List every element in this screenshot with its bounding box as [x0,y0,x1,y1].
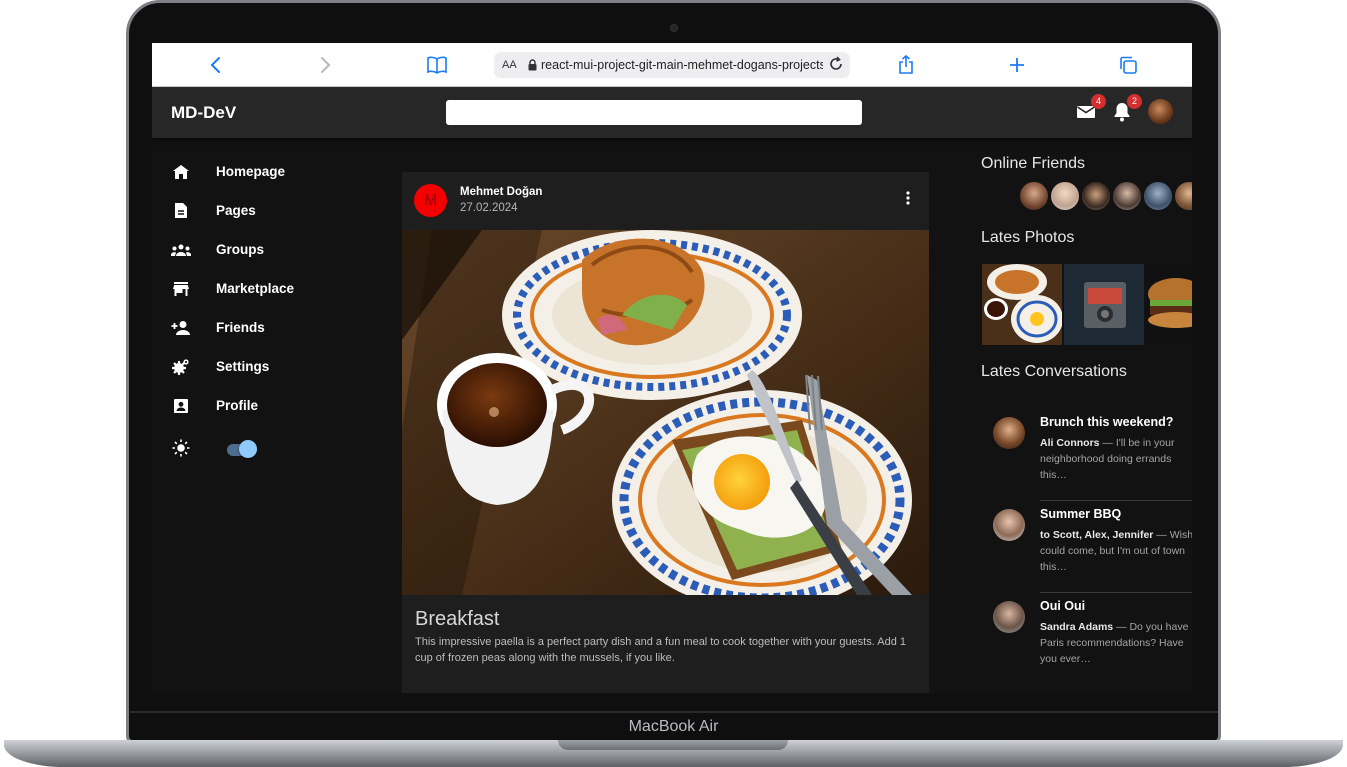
friend-avatar[interactable] [1142,180,1174,212]
sidebar-item-label: Profile [216,398,259,413]
online-friends-title: Online Friends [981,155,1086,172]
post-menu-button[interactable] [899,188,917,208]
screen: AA react-mui-project-git-main-mehmet-dog… [152,43,1192,693]
sidebar-item-friends[interactable]: Friends [152,308,312,347]
friend-avatar[interactable] [1049,180,1081,212]
sidebar-item-label: Groups [216,242,265,257]
app-logo[interactable]: MD-DeV [171,103,236,123]
conversation-item[interactable]: Summer BBQ to Scott, Alex, Jennifer — Wi… [981,501,1192,593]
browser-toolbar: AA react-mui-project-git-main-mehmet-dog… [152,43,1192,87]
book-icon [427,56,447,74]
conversation-avatar [993,417,1025,449]
photo-thumbnail[interactable] [1064,264,1144,345]
friend-avatar[interactable] [1080,180,1112,212]
friend-avatar[interactable] [1111,180,1143,212]
conversation-preview: to Scott, Alex, Jennifer — Wish I could … [1040,527,1192,575]
post-avatar: M [414,184,447,217]
conversation-preview: Sandra Adams — Do you have Paris recomme… [1040,619,1192,667]
sidebar-item-profile[interactable]: Profile [152,386,312,425]
sidebar-item-pages[interactable]: Pages [152,191,312,230]
mail-badge: 4 [1091,94,1106,109]
photo-thumbnail[interactable] [1146,264,1192,345]
search-input[interactable] [446,100,862,125]
post-card: M Mehmet Doğan 27.02.2024 Breakfast This… [402,172,929,693]
conversation-item[interactable]: Oui Oui Sandra Adams — Do you have Paris… [981,593,1192,685]
base-notch [558,740,788,750]
notifications-badge: 2 [1127,94,1142,109]
forward-button[interactable] [312,51,340,79]
share-button[interactable] [892,51,920,79]
sidebar-item-label: Homepage [216,164,286,179]
user-avatar[interactable] [1148,99,1173,124]
tabs-button[interactable] [1114,51,1142,79]
friend-avatar[interactable] [1173,180,1192,212]
mail-button[interactable]: 4 [1074,94,1106,124]
chevron-right-icon [321,57,331,73]
post-image [402,230,929,595]
friend-avatar[interactable] [1018,180,1050,212]
conversation-title: Summer BBQ [1040,507,1122,521]
address-bar[interactable]: AA react-mui-project-git-main-mehmet-dog… [494,52,850,78]
lock-icon [528,59,537,71]
latest-conversations-title: Lates Conversations [981,363,1127,380]
plus-icon [1010,58,1024,72]
back-button[interactable] [201,51,229,79]
notifications-button[interactable]: 2 [1110,94,1142,124]
new-tab-button[interactable] [1003,51,1031,79]
store-icon [171,279,191,299]
more-vert-icon [906,191,910,205]
text-size-button[interactable]: AA [502,59,520,71]
groups-icon [171,240,191,260]
person-add-icon [171,318,191,338]
app-bar: MD-DeV 4 2 [152,87,1192,138]
post-date: 27.02.2024 [460,202,518,214]
sidebar-item-marketplace[interactable]: Marketplace [152,269,312,308]
sidebar-item-homepage[interactable]: Homepage [152,152,312,191]
sun-icon [171,438,191,458]
post-description: This impressive paella is a perfect part… [415,636,906,664]
sidebar: Homepage Pages Groups Marketplace Friend… [152,138,312,693]
settings-icon [171,357,191,377]
post-author: Mehmet Doğan [460,186,543,198]
chevron-left-icon [210,57,220,73]
sidebar-item-label: Pages [216,203,256,218]
sidebar-item-settings[interactable]: Settings [152,347,312,386]
toggle-thumb[interactable] [239,440,257,458]
account-box-icon [171,396,191,416]
conversation-item[interactable]: Brunch this weekend? Ali Connors — I'll … [981,409,1192,501]
latest-photos-title: Lates Photos [981,229,1075,246]
conversation-avatar [993,601,1025,633]
article-icon [171,201,191,221]
post-title: Breakfast [415,608,500,630]
sidebar-item-label: Settings [216,359,270,374]
camera [670,24,678,32]
sidebar-item-label: Friends [216,320,265,335]
conversation-title: Brunch this weekend? [1040,415,1174,429]
reload-icon[interactable] [828,56,844,72]
conversation-sender: Sandra Adams [1040,621,1114,633]
conversation-sender: Ali Connors [1040,437,1100,449]
photo-thumbnail[interactable] [982,264,1062,345]
url-text: react-mui-project-git-main-mehmet-dogans… [541,58,823,72]
sidebar-item-label: Marketplace [216,281,295,296]
conversation-avatar [993,509,1025,541]
sidebar-item-groups[interactable]: Groups [152,230,312,269]
tabs-icon [1120,56,1137,74]
home-icon [171,162,191,182]
bookmarks-button[interactable] [423,51,451,79]
conversation-title: Oui Oui [1040,599,1086,613]
device-brand-label: MacBook Air [628,718,719,735]
conversation-preview: Ali Connors — I'll be in your neighborho… [1040,435,1192,483]
share-icon [899,55,913,74]
conversation-sender: to Scott, Alex, Jennifer [1040,529,1154,541]
